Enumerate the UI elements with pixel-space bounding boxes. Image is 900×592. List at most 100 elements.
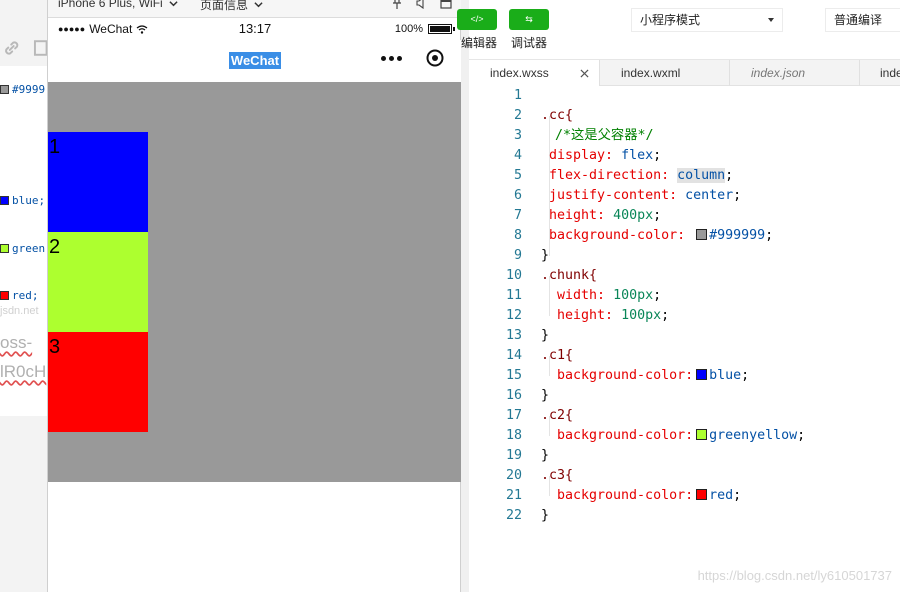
tab-index-wxml[interactable]: index.wxml <box>600 60 730 86</box>
code-line: 4 display: flex; <box>469 146 900 166</box>
left-gray-text-2: lR0cH <box>0 362 47 381</box>
speaker-icon[interactable] <box>416 0 426 9</box>
code-line: 18 background-color: greenyellow; <box>469 426 900 446</box>
css-property: display: <box>549 148 614 163</box>
css-property: background-color: <box>557 488 694 503</box>
pin-icon[interactable] <box>392 0 402 9</box>
code-line: 16} <box>469 386 900 406</box>
link-icon[interactable] <box>2 38 21 58</box>
page-info-select[interactable]: 页面信息 <box>200 0 263 13</box>
image-icon[interactable] <box>33 39 47 57</box>
css-punct: ; <box>725 168 734 183</box>
line-number: 3 <box>513 128 522 143</box>
chevron-down-icon <box>254 2 263 8</box>
tab-index-json[interactable]: index.json <box>730 60 860 86</box>
code-line: 14 .c1{ <box>469 346 900 366</box>
css-brace: } <box>541 508 550 523</box>
code-line: 19} <box>469 446 900 466</box>
tab-label: index.wxss <box>490 66 549 80</box>
css-value: center <box>685 188 734 203</box>
line-number: 8 <box>513 228 522 243</box>
css-brace: } <box>541 388 550 403</box>
code-line: 3 /*这是父容器*/ <box>469 126 900 146</box>
line-number: 11 <box>505 288 522 303</box>
line-number: 12 <box>505 308 522 323</box>
line-number: 2 <box>513 108 522 123</box>
line-number: 10 <box>505 268 522 283</box>
css-selector: .c2{ <box>541 408 574 423</box>
color-swatch[interactable] <box>696 369 708 380</box>
code-line: 22} <box>469 506 900 526</box>
color-swatch <box>0 244 9 253</box>
compile-select[interactable]: 普通编译 <box>825 8 900 32</box>
chevron-down-icon <box>169 0 178 6</box>
line-number: 1 <box>513 88 522 103</box>
css-property: height: <box>557 308 614 323</box>
left-swatch-text: #9999 <box>12 83 46 96</box>
css-selector: .c3{ <box>541 468 574 483</box>
editor-toggle-button[interactable]: </> <box>457 9 497 30</box>
close-icon[interactable] <box>580 69 589 78</box>
window-icon[interactable] <box>440 0 452 9</box>
debugger-label: 调试器 <box>511 36 548 50</box>
tab-index-more[interactable]: index <box>860 60 900 86</box>
device-select[interactable]: iPhone 6 Plus, WiFi <box>58 0 178 10</box>
code-line: 17 .c2{ <box>469 406 900 426</box>
nav-title-text: WeChat <box>228 52 282 69</box>
code-line: 6 justify-content: center; <box>469 186 900 206</box>
line-number: 7 <box>513 208 522 223</box>
css-punct: ; <box>653 208 662 223</box>
css-property: justify-content: <box>549 188 678 203</box>
close-target-icon[interactable] <box>426 49 444 67</box>
code-line: 9} <box>469 246 900 266</box>
battery-icon <box>428 24 455 34</box>
color-swatch[interactable] <box>696 489 708 500</box>
tab-label: index.json <box>751 66 806 80</box>
ide-toolbar: </> 编辑器 ⇆ 调试器 小程序模式 普通编译 <box>457 0 900 59</box>
color-swatch[interactable] <box>696 429 708 440</box>
code-line: 7 height: 400px; <box>469 206 900 226</box>
line-number: 6 <box>513 188 522 203</box>
debugger-toggle-button[interactable]: ⇆ <box>509 9 549 30</box>
tab-index-wxss[interactable]: index.wxss <box>469 60 600 87</box>
color-swatch <box>0 85 9 94</box>
css-selector: .c1{ <box>541 348 574 363</box>
line-number: 20 <box>505 468 522 483</box>
left-swatch-line-4: red; <box>0 289 39 302</box>
navigation-bar: WeChat <box>48 40 462 82</box>
left-swatch-text: red; <box>12 289 39 302</box>
css-selector: .chunk{ <box>541 268 598 283</box>
css-value: 100px <box>621 308 662 323</box>
tab-label: index <box>880 66 900 80</box>
left-swatch-line-1: #9999 <box>0 83 45 96</box>
css-punct: ; <box>653 288 662 303</box>
css-comment: /*这是父容器*/ <box>555 128 654 143</box>
left-gray-text-1: oss- <box>0 333 33 352</box>
code-area[interactable]: 1 2 .cc{ 3 /*这是父容器*/ 4 display: flex; 5 flex… <box>469 86 900 592</box>
css-value: red <box>709 488 734 503</box>
css-value: 400px <box>613 208 654 223</box>
code-line: 11 width: 100px; <box>469 286 900 306</box>
code-line: 13} <box>469 326 900 346</box>
device-icons <box>392 0 452 9</box>
mode-select[interactable]: 小程序模式 <box>631 8 783 32</box>
color-swatch[interactable] <box>696 229 708 240</box>
color-swatch <box>0 291 9 300</box>
line-number: 21 <box>505 488 522 503</box>
line-number: 4 <box>513 148 522 163</box>
css-punct: ; <box>661 308 670 323</box>
chunk-3: 3 <box>48 332 148 432</box>
css-value: #999999 <box>709 228 766 243</box>
css-punct: ; <box>797 428 806 443</box>
mode-select-label: 小程序模式 <box>640 13 701 27</box>
css-punct: ; <box>765 228 774 243</box>
css-brace: } <box>541 448 550 463</box>
device-label: iPhone 6 Plus, WiFi <box>58 0 163 10</box>
left-toolbar <box>0 30 47 66</box>
left-background-panel: #9999 blue; green red; jsdn.net oss- lR0… <box>0 0 47 592</box>
line-number: 15 <box>505 368 522 383</box>
line-number: 9 <box>513 248 522 263</box>
more-dots-icon[interactable] <box>381 55 402 61</box>
line-number: 19 <box>505 448 522 463</box>
line-number: 18 <box>505 428 522 443</box>
